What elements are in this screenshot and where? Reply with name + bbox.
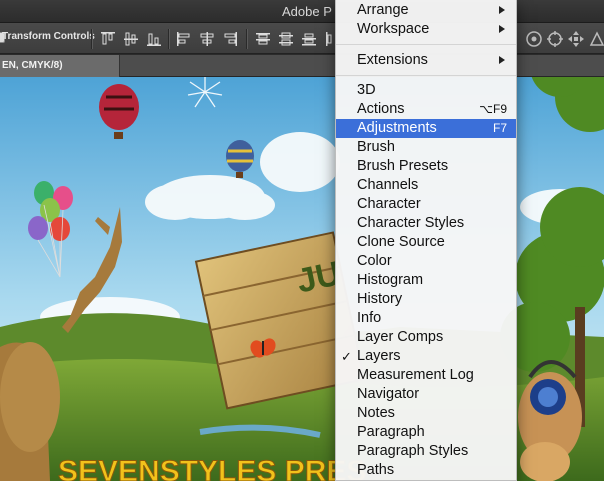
distribute-bottom-icon[interactable] (300, 30, 318, 48)
3d-slide-icon[interactable] (587, 29, 604, 49)
menu-item-info[interactable]: Info (336, 309, 516, 328)
align-horizontal-centers-icon[interactable] (198, 30, 216, 48)
3d-roll-icon[interactable] (545, 29, 565, 49)
menu-item-channels[interactable]: Channels (336, 176, 516, 195)
menu-separator (336, 44, 516, 45)
toolbar-divider (168, 29, 169, 49)
3d-pan-icon[interactable] (566, 29, 586, 49)
distribute-top-icon[interactable] (254, 30, 272, 48)
menu-item-notes[interactable]: Notes (336, 404, 516, 423)
align-right-edges-icon[interactable] (221, 30, 239, 48)
shortcut-label: F7 (492, 121, 507, 135)
menu-item-3d[interactable]: 3D (336, 81, 516, 100)
menu-item-extensions[interactable]: Extensions (336, 51, 516, 70)
menu-item-history[interactable]: History (336, 290, 516, 309)
distribute-centers-icon[interactable] (277, 30, 295, 48)
menu-item-measurement-log[interactable]: Measurement Log (336, 366, 516, 385)
window-title: Adobe P (282, 4, 332, 19)
window-menu-dropdown: Arrange Workspace Extensions 3D Actions … (335, 0, 517, 481)
menu-item-character[interactable]: Character (336, 195, 516, 214)
menu-item-brush-presets[interactable]: Brush Presets (336, 157, 516, 176)
menu-item-paths[interactable]: Paths (336, 461, 516, 480)
toolbar-divider (91, 29, 92, 49)
align-top-edges-icon[interactable] (99, 30, 117, 48)
banner-text: SEVENSTYLES PRES (58, 455, 366, 481)
3d-orbit-icon[interactable] (524, 29, 544, 49)
submenu-arrow-icon (499, 56, 505, 64)
shortcut-label: ⌥F9 (479, 102, 507, 116)
menu-item-histogram[interactable]: Histogram (336, 271, 516, 290)
menu-item-layers[interactable]: ✓ Layers (336, 347, 516, 366)
menu-item-workspace[interactable]: Workspace (336, 20, 516, 39)
menu-item-navigator[interactable]: Navigator (336, 385, 516, 404)
submenu-arrow-icon (499, 25, 505, 33)
menu-item-paragraph-styles[interactable]: Paragraph Styles (336, 442, 516, 461)
checkmark-icon: ✓ (341, 349, 352, 364)
align-left-edges-icon[interactable] (175, 30, 193, 48)
menu-item-paragraph[interactable]: Paragraph (336, 423, 516, 442)
menu-item-layer-comps[interactable]: Layer Comps (336, 328, 516, 347)
menu-item-clone-source[interactable]: Clone Source (336, 233, 516, 252)
toolbar-divider (246, 29, 247, 49)
menu-item-arrange[interactable]: Arrange (336, 1, 516, 20)
menu-separator (336, 75, 516, 76)
menu-item-color[interactable]: Color (336, 252, 516, 271)
menu-item-brush[interactable]: Brush (336, 138, 516, 157)
menu-item-character-styles[interactable]: Character Styles (336, 214, 516, 233)
submenu-arrow-icon (499, 6, 505, 14)
align-bottom-edges-icon[interactable] (145, 30, 163, 48)
menu-item-actions[interactable]: Actions ⌥F9 (336, 100, 516, 119)
transform-controls-label[interactable]: Transform Controls (2, 31, 95, 42)
menu-item-adjustments[interactable]: Adjustments F7 (336, 119, 516, 138)
document-tab[interactable]: EN, CMYK/8) (0, 55, 120, 77)
align-vertical-centers-icon[interactable] (122, 30, 140, 48)
